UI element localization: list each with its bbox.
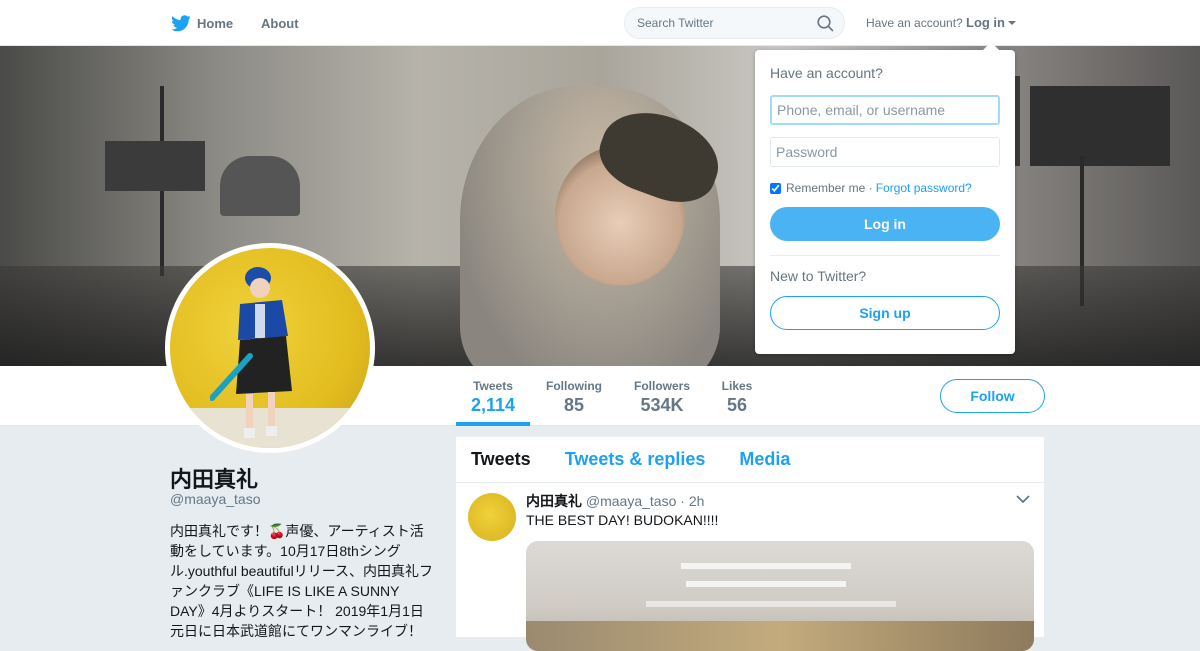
tweet-item[interactable]: 内田真礼 @maaya_taso · 2h THE BEST DAY! BUDO… [456, 483, 1044, 651]
new-to-twitter-text: New to Twitter? [770, 268, 867, 284]
timeline-tabs: Tweets Tweets & replies Media [456, 437, 1044, 483]
stat-likes-label: Likes [721, 379, 753, 393]
username-field[interactable] [770, 95, 1000, 125]
media-ceiling-light [686, 581, 846, 587]
banner-music-stand [105, 141, 205, 191]
stat-tweets-value: 2,114 [470, 395, 516, 415]
tweet-avatar[interactable] [468, 493, 516, 541]
profile-handle[interactable]: @maaya_taso [170, 491, 260, 507]
stat-tweets[interactable]: Tweets 2,114 [456, 366, 530, 426]
stat-tweets-label: Tweets [473, 379, 513, 393]
follow-button[interactable]: Follow [940, 379, 1045, 413]
tweet-header: 内田真礼 @maaya_taso · 2h [526, 491, 704, 511]
media-ceiling-light [681, 563, 851, 569]
stat-likes[interactable]: Likes 56 [716, 366, 758, 426]
profile-bio: 内田真礼です！🍒声優、アーティスト活動をしています。10月17日8thシングル.… [170, 523, 434, 639]
tweet-media-image[interactable] [526, 541, 1034, 651]
stat-following-value: 85 [563, 395, 585, 415]
tab-tweets[interactable]: Tweets [471, 449, 531, 470]
banner-equipment-case-2 [1030, 86, 1170, 166]
stat-followers-value: 534K [640, 395, 684, 415]
media-stage [526, 621, 1034, 651]
stat-following-label: Following [546, 379, 602, 393]
login-menu-toggle[interactable]: Log in [966, 15, 1016, 30]
login-menu-label: Log in [966, 15, 1005, 30]
search-icon[interactable] [817, 15, 834, 32]
remember-me-checkbox[interactable] [770, 182, 781, 194]
stat-followers[interactable]: Followers 534K [628, 366, 696, 426]
stat-likes-value: 56 [726, 395, 748, 415]
chevron-down-icon[interactable] [1016, 495, 1030, 504]
tab-media[interactable]: Media [739, 449, 790, 470]
media-ceiling-light [646, 601, 896, 607]
top-navigation-bar: Home About Have an account? Log in [0, 0, 1200, 46]
tweet-author-meta[interactable]: @maaya_taso · 2h [586, 493, 705, 509]
search-box[interactable] [624, 7, 845, 39]
stat-following[interactable]: Following 85 [540, 366, 608, 426]
tweet-author-name[interactable]: 内田真礼 [526, 493, 582, 509]
caret-down-icon [1008, 20, 1016, 25]
nav-home-label: Home [197, 15, 234, 31]
forgot-password-link[interactable]: Forgot password? [876, 181, 972, 195]
password-field[interactable] [770, 137, 1000, 167]
banner-background-person [220, 156, 300, 216]
remember-row: Remember me · Forgot password? [770, 181, 1000, 195]
signup-button[interactable]: Sign up [770, 296, 1000, 330]
twitter-bird-icon [171, 14, 191, 31]
timeline: Tweets Tweets & replies Media 内田真礼 @maay… [456, 437, 1044, 651]
stat-followers-label: Followers [633, 379, 690, 393]
remember-me-label[interactable]: Remember me · [786, 181, 873, 195]
tab-tweets-replies[interactable]: Tweets & replies [565, 449, 706, 470]
nav-about-link[interactable]: About [261, 0, 299, 46]
have-account-text: Have an account? [866, 16, 963, 30]
login-button[interactable]: Log in [770, 207, 1000, 241]
dropdown-arrow [983, 42, 999, 50]
profile-name[interactable]: 内田真礼 [170, 462, 258, 494]
avatar-figure [210, 267, 292, 438]
avatar-image [170, 248, 370, 448]
dropdown-title: Have an account? [770, 65, 883, 81]
profile-avatar[interactable] [165, 243, 375, 453]
dropdown-divider [770, 255, 1000, 256]
tweet-text: THE BEST DAY! BUDOKAN!!!! [526, 512, 719, 528]
login-dropdown: Have an account? Remember me · Forgot pa… [755, 42, 1015, 354]
search-input[interactable] [625, 8, 805, 38]
nav-home-link[interactable]: Home [171, 0, 233, 46]
